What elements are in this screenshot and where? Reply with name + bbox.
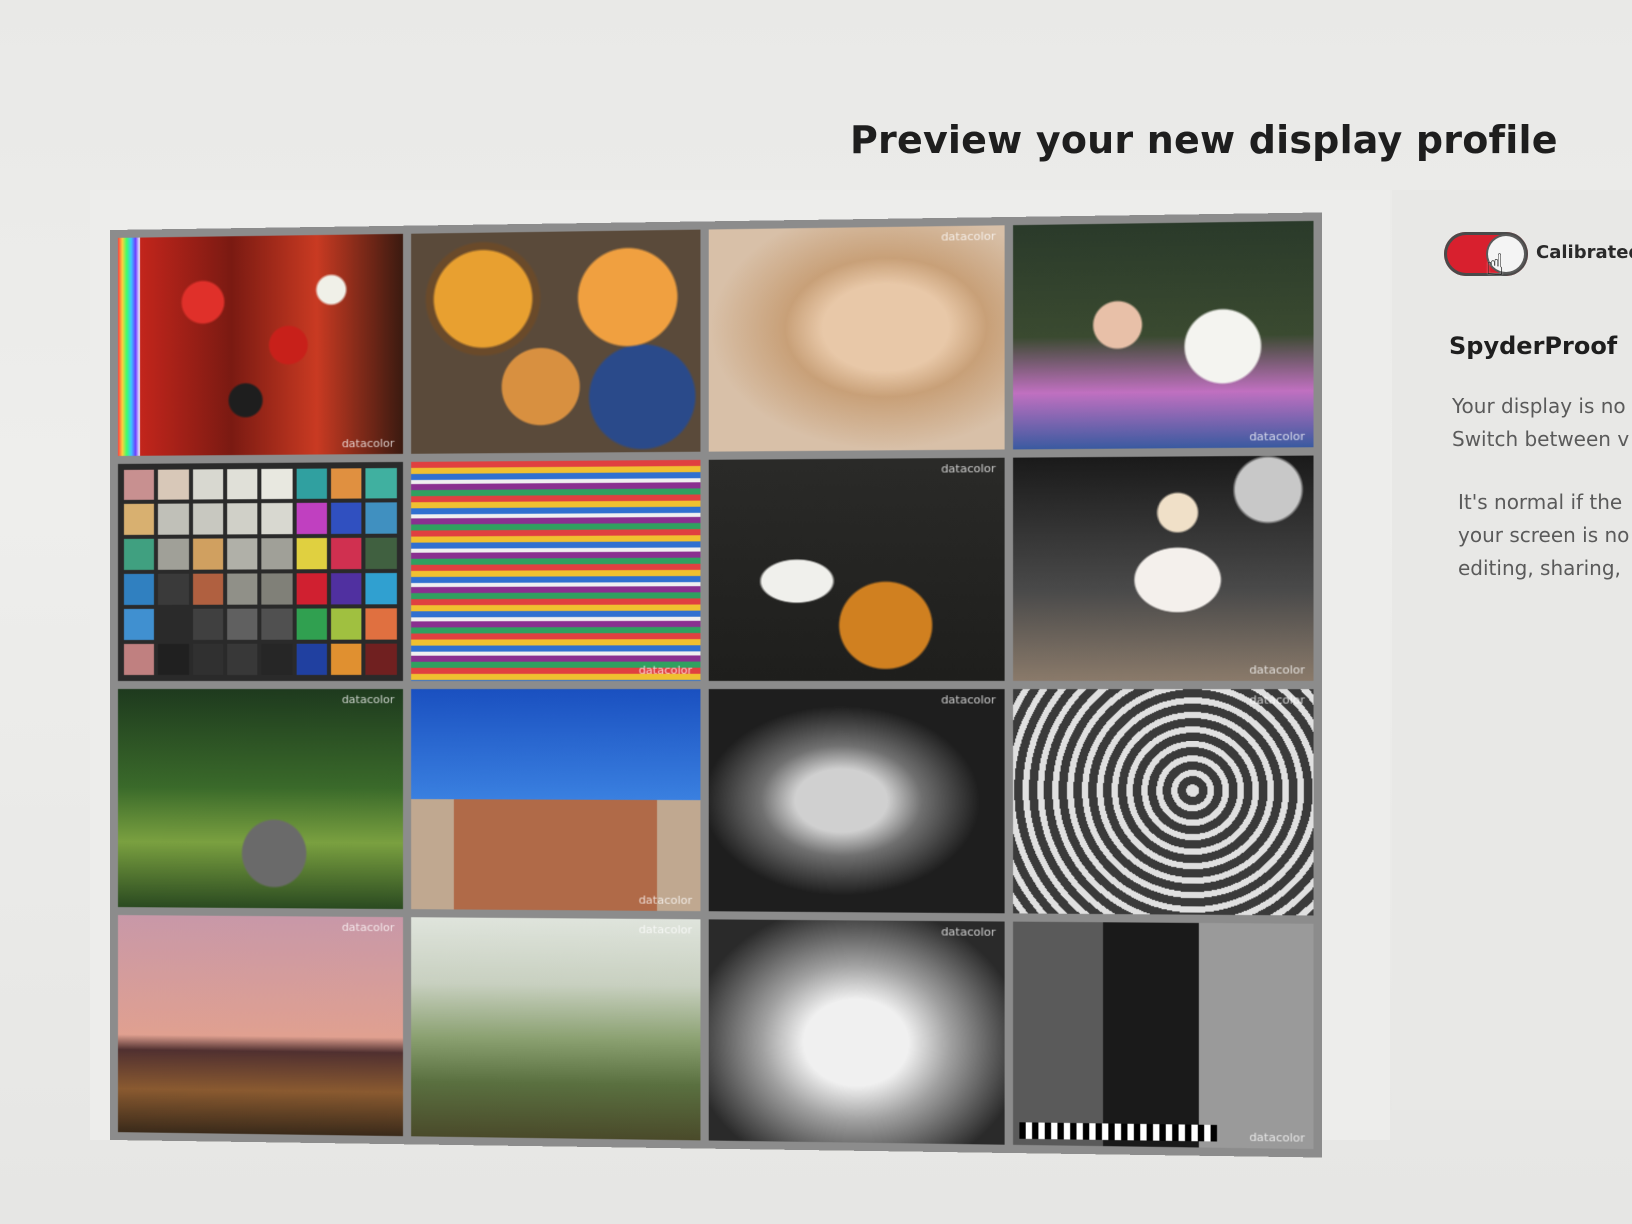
color-patch <box>227 503 258 535</box>
color-patch <box>330 502 362 535</box>
color-patch <box>123 539 155 571</box>
spyderproof-title: SpyderProof <box>1449 332 1618 360</box>
calibrated-toggle-label: Calibrated <box>1536 242 1632 263</box>
preview-image-cello-player[interactable]: datacolor <box>708 457 1005 681</box>
color-patch <box>296 468 327 500</box>
grayscale-steps <box>1018 1122 1218 1142</box>
watermark: datacolor <box>638 663 693 677</box>
preview-image-bw-portrait[interactable]: datacolor <box>708 689 1005 913</box>
color-patch <box>365 538 397 570</box>
preview-image-grid: datacolor datacolor datacolor datacolor … <box>110 212 1323 1158</box>
preview-image-fabric[interactable]: datacolor <box>410 459 701 681</box>
color-patch <box>227 643 258 675</box>
description-paragraph-2: It's normal if the your screen is no edi… <box>1458 486 1629 585</box>
watermark: datacolor <box>638 922 693 937</box>
color-patch <box>261 503 293 535</box>
preview-image-spiral-stairs[interactable]: datacolor <box>1012 689 1314 915</box>
color-patch <box>365 467 397 499</box>
color-patch <box>158 468 189 501</box>
color-patch <box>227 573 258 605</box>
color-patch <box>158 573 189 606</box>
color-patch <box>192 538 224 570</box>
color-patch <box>158 503 189 536</box>
watermark: datacolor <box>341 920 395 934</box>
color-patch <box>365 573 397 605</box>
color-patch <box>123 644 155 675</box>
paragraph-line: your screen is no <box>1458 523 1630 547</box>
hand-cursor-icon: ☝ <box>1486 248 1505 283</box>
preview-image-church[interactable]: datacolor <box>410 689 701 911</box>
watermark: datacolor <box>1249 1130 1305 1145</box>
color-patch <box>330 538 362 570</box>
color-patch <box>296 608 327 640</box>
watermark: datacolor <box>1249 429 1305 444</box>
watermark: datacolor <box>1249 693 1305 707</box>
paragraph-line: editing, sharing, <box>1458 556 1621 580</box>
color-patch <box>296 573 327 605</box>
color-patch <box>123 574 155 606</box>
color-patch <box>261 538 293 570</box>
color-patch <box>365 643 397 675</box>
color-patch <box>296 643 327 675</box>
color-patch <box>192 608 224 640</box>
color-patch <box>227 608 258 640</box>
paragraph-line: Switch between v <box>1452 427 1630 451</box>
watermark: datacolor <box>1249 663 1305 677</box>
preview-image-peppers[interactable]: datacolor <box>117 233 403 456</box>
preview-image-girl-flowers[interactable]: datacolor <box>1012 220 1314 449</box>
color-patch <box>123 469 155 501</box>
preview-image-marilyn[interactable]: datacolor <box>1012 455 1314 681</box>
color-patch <box>365 502 397 535</box>
color-patch <box>123 609 155 641</box>
watermark: datacolor <box>941 924 996 939</box>
color-patch <box>261 643 293 675</box>
color-patch <box>330 573 362 605</box>
color-patch <box>158 538 189 571</box>
watermark: datacolor <box>341 693 395 707</box>
color-patch <box>261 608 293 640</box>
paragraph-line: Your display is no <box>1452 394 1626 418</box>
color-patch <box>192 643 224 675</box>
color-patch <box>192 468 224 500</box>
watermark: datacolor <box>638 892 693 907</box>
color-patch <box>330 608 362 640</box>
watermark: datacolor <box>341 436 395 450</box>
color-patch <box>296 538 327 570</box>
side-panel <box>1392 190 1632 1110</box>
description-paragraph-1: Your display is no Switch between v <box>1452 390 1629 456</box>
color-strip <box>117 237 140 456</box>
color-patch <box>330 467 362 500</box>
color-patch <box>261 573 293 605</box>
color-patch <box>330 643 362 675</box>
color-patch <box>227 468 258 500</box>
page-title: Preview your new display profile <box>850 118 1558 162</box>
color-patch <box>192 503 224 535</box>
paragraph-line: It's normal if the <box>1458 490 1623 514</box>
watermark: datacolor <box>941 461 996 476</box>
color-patch <box>123 504 155 536</box>
preview-image-plates[interactable] <box>410 229 701 454</box>
color-patch <box>158 608 189 641</box>
color-patch <box>227 538 258 570</box>
color-patch <box>296 503 327 535</box>
preview-image-woman-portrait[interactable]: datacolor <box>708 225 1005 452</box>
color-patch <box>365 608 397 640</box>
watermark: datacolor <box>941 229 996 244</box>
color-patch <box>192 573 224 605</box>
color-patch <box>158 643 189 675</box>
watermark: datacolor <box>941 693 996 707</box>
preview-image-color-checker[interactable] <box>117 461 403 681</box>
color-patch <box>261 468 293 500</box>
preview-image-garden[interactable]: datacolor <box>117 689 403 909</box>
preview-image-sunset[interactable]: datacolor <box>117 914 403 1137</box>
preview-image-bw-test[interactable]: datacolor <box>1012 921 1314 1150</box>
preview-image-tuscany[interactable]: datacolor <box>410 916 701 1141</box>
preview-image-scooter[interactable]: datacolor <box>708 918 1005 1145</box>
